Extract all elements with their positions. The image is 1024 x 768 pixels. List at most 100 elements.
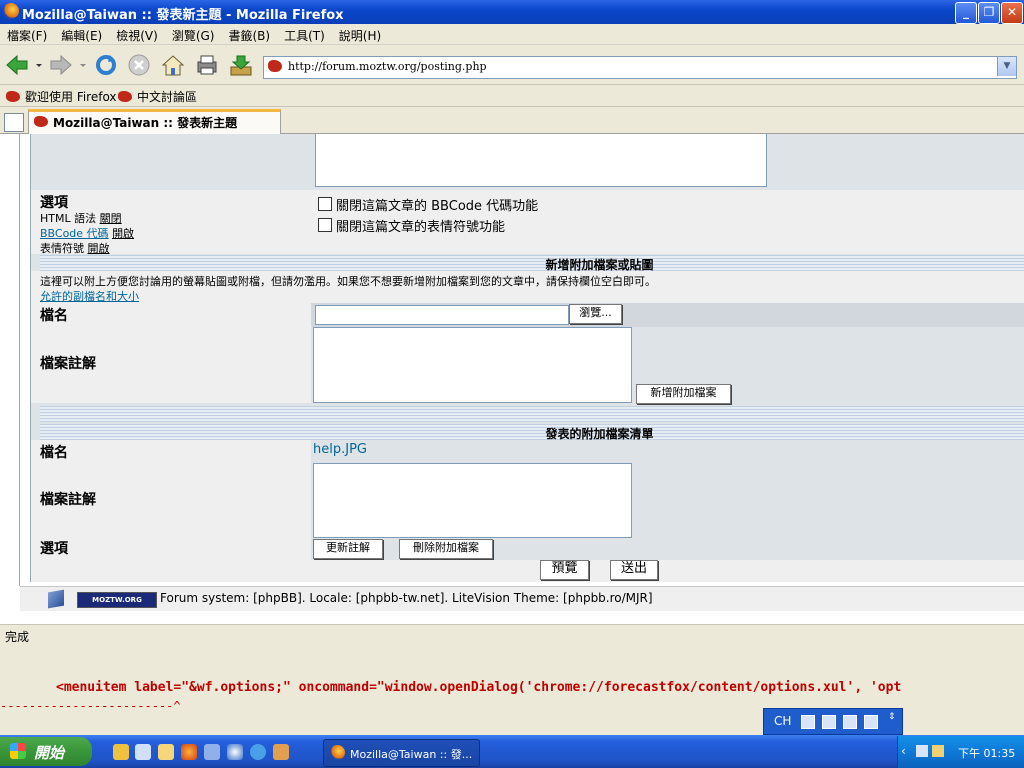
cube-logo-icon [48, 589, 64, 609]
network-icon[interactable] [916, 745, 928, 757]
navigation-toolbar: http://forum.moztw.org/posting.php ▼ [0, 45, 1024, 85]
quicklaunch-firefox-icon[interactable] [181, 744, 197, 760]
message-textarea[interactable] [315, 134, 767, 187]
help-icon[interactable] [864, 715, 878, 729]
quicklaunch-people-icon[interactable] [273, 744, 289, 760]
disable-bbcode-label: 關閉這篇文章的 BBCode 代碼功能 [336, 199, 539, 214]
speech-icon[interactable] [843, 715, 857, 729]
url-bar[interactable]: http://forum.moztw.org/posting.php ▼ [263, 56, 1017, 79]
menu-go[interactable]: 瀏覽(G) [165, 24, 222, 44]
quicklaunch-window-icon[interactable] [135, 744, 151, 760]
language-bar[interactable]: CH ⇕ [763, 708, 903, 735]
start-label: 開始 [34, 744, 65, 762]
volume-icon[interactable] [932, 745, 944, 757]
status-bar: 完成 [0, 624, 1024, 646]
reload-icon[interactable] [93, 53, 119, 77]
forward-dropdown-icon[interactable] [78, 53, 88, 77]
xul-error-pointer: ------------------------^ [0, 699, 181, 713]
clock[interactable]: 下午 01:35 [958, 745, 1015, 761]
posted-filename[interactable]: help.JPG [313, 442, 367, 457]
file-comment-label: 檔案註解 [40, 356, 96, 372]
menu-edit[interactable]: 編輯(E) [54, 24, 109, 44]
page-content[interactable]: 選項 HTML 語法 關閉 BBCode 代碼 開啟 表情符號 開啟 關閉這篇文… [0, 134, 1024, 624]
file-comment-textarea[interactable] [313, 327, 632, 403]
posting-form: 選項 HTML 語法 關閉 BBCode 代碼 開啟 表情符號 開啟 關閉這篇文… [30, 134, 1024, 582]
windows-flag-icon [10, 743, 26, 759]
bookmark-welcome-firefox[interactable]: 歡迎使用 Firefox [6, 88, 117, 105]
status-text: 完成 [5, 630, 30, 644]
html-status: HTML 語法 關閉 [40, 212, 122, 225]
quicklaunch-media-icon[interactable] [227, 744, 243, 760]
close-button[interactable]: ✕ [1001, 2, 1023, 24]
posted-options-label: 選項 [40, 541, 68, 557]
print-icon[interactable] [194, 53, 220, 77]
add-attachment-button[interactable]: 新增附加檔案 [636, 384, 731, 404]
disable-smilies-label: 關閉這篇文章的表情符號功能 [336, 220, 506, 235]
allowed-extensions-link[interactable]: 允許的副檔名和大小 [40, 288, 139, 304]
browse-button[interactable]: 瀏覽... [569, 304, 622, 324]
file-path-input[interactable] [315, 305, 569, 325]
disable-bbcode-checkbox[interactable] [318, 197, 332, 211]
bookmark-chinese-forum[interactable]: 中文討論區 [118, 88, 197, 105]
disable-smilies-checkbox[interactable] [318, 218, 332, 232]
page-left-border [19, 134, 20, 586]
submit-button[interactable]: 送出 [610, 560, 658, 580]
bookmark-favicon-icon [6, 91, 20, 102]
smilies-status: 表情符號 開啟 [40, 242, 110, 255]
langbar-options-icon[interactable]: ⇕ [888, 712, 896, 722]
xul-error-area: <menuitem label="&wf.options;" oncommand… [0, 646, 1024, 735]
keyboard-icon[interactable] [801, 715, 815, 729]
download-icon[interactable] [228, 53, 254, 77]
quicklaunch-lightning-icon[interactable] [113, 744, 129, 760]
stop-icon[interactable] [126, 53, 152, 77]
forward-arrow-icon[interactable] [48, 53, 74, 77]
quicklaunch-folder-icon[interactable] [158, 744, 174, 760]
url-text[interactable]: http://forum.moztw.org/posting.php [288, 60, 487, 73]
tray-expand-icon[interactable]: ‹ [901, 744, 906, 758]
menu-file[interactable]: 檔案(F) [0, 24, 54, 44]
back-arrow-icon[interactable] [4, 53, 30, 77]
posted-comment-textarea[interactable] [313, 463, 632, 538]
menu-bookmarks[interactable]: 書籤(B) [221, 24, 277, 44]
start-button[interactable]: 開始 [0, 737, 92, 766]
home-icon[interactable] [160, 53, 186, 77]
taskbar-item-firefox[interactable]: Mozilla@Taiwan :: 發... [323, 739, 480, 767]
attach-explain: 這裡可以附上方便您討論用的螢幕貼圖或附檔，但請勿濫用。如果您不想要新增附加檔案到… [40, 275, 656, 288]
maximize-button[interactable]: ❐ [978, 2, 1000, 24]
quicklaunch-ie-icon[interactable] [250, 744, 266, 760]
system-tray: ‹ 下午 01:35 [897, 736, 1024, 768]
quicklaunch-app-icon[interactable] [204, 744, 220, 760]
footer-credits: Forum system: [phpBB]. Locale: [phpbb-tw… [160, 591, 653, 605]
posted-comment-label: 檔案註解 [40, 492, 96, 508]
new-tab-icon[interactable] [4, 113, 24, 132]
forum-footer: MOZTW.ORG Forum system: [phpBB]. Locale:… [20, 586, 1024, 611]
menu-help[interactable]: 說明(H) [332, 24, 388, 44]
bookmarks-toolbar: 歡迎使用 Firefox 中文討論區 [0, 85, 1024, 107]
pen-icon[interactable] [822, 715, 836, 729]
bbcode-status: BBCode 代碼 開啟 [40, 227, 135, 240]
options-title: 選項 [40, 195, 68, 211]
menu-tools[interactable]: 工具(T) [277, 24, 332, 44]
firefox-icon [3, 3, 19, 19]
url-dropdown-icon[interactable]: ▼ [997, 57, 1016, 76]
menu-bar: 檔案(F) 編輯(E) 檢視(V) 瀏覽(G) 書籤(B) 工具(T) 說明(H) [0, 24, 1024, 45]
menu-view[interactable]: 檢視(V) [109, 24, 165, 44]
tab-bar: Mozilla@Taiwan :: 發表新主題 [0, 107, 1024, 138]
minimize-button[interactable]: _ [955, 2, 977, 24]
language-indicator[interactable]: CH [774, 714, 791, 728]
window-title: Mozilla@Taiwan :: 發表新主題 - Mozilla Firefo… [22, 8, 344, 23]
delete-attachment-button[interactable]: 刪除附加檔案 [399, 539, 493, 559]
update-comment-button[interactable]: 更新註解 [313, 539, 383, 559]
window-title-bar[interactable]: Mozilla@Taiwan :: 發表新主題 - Mozilla Firefo… [0, 0, 1024, 24]
preview-button[interactable]: 預覽 [540, 560, 589, 580]
moztw-badge[interactable]: MOZTW.ORG [77, 592, 157, 608]
taskbar: 開始 Mozilla@Taiwan :: 發... ‹ 下午 01:35 [0, 735, 1024, 768]
taskbar-item-label: Mozilla@Taiwan :: 發... [350, 748, 473, 761]
firefox-icon [330, 745, 345, 760]
site-favicon-icon [268, 60, 282, 72]
bookmark-favicon-icon [118, 91, 132, 102]
filename-label: 檔名 [40, 308, 68, 324]
xul-error-line: <menuitem label="&wf.options;" oncommand… [56, 680, 902, 695]
tab-favicon-icon [34, 116, 48, 127]
back-dropdown-icon[interactable] [34, 53, 44, 77]
